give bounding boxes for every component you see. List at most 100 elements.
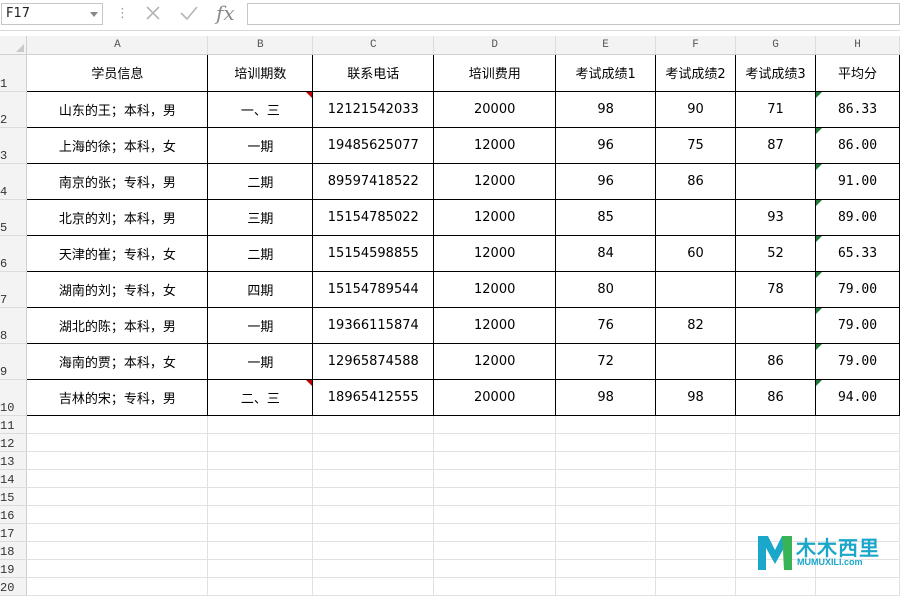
table-cell[interactable]: 86 [735,378,817,416]
empty-cell[interactable] [815,433,900,452]
table-cell[interactable]: 湖北的陈；本科，男 [26,306,209,344]
empty-cell[interactable] [433,559,557,578]
select-all-corner[interactable] [0,36,28,55]
table-cell[interactable] [735,162,817,200]
empty-cell[interactable] [207,559,314,578]
table-cell[interactable]: 15154789544 [312,270,435,308]
table-cell[interactable]: 60 [655,234,737,272]
table-cell[interactable]: 12000 [433,198,557,236]
row-header[interactable]: 7 [0,271,28,308]
empty-cell[interactable] [655,469,737,488]
name-box[interactable]: F17 [1,3,103,25]
row-header[interactable]: 3 [0,127,28,164]
empty-cell[interactable] [555,577,657,596]
table-cell[interactable]: 北京的刘；本科，男 [26,198,209,236]
row-header[interactable]: 10 [0,379,28,416]
table-cell[interactable]: 79.00 [815,306,900,344]
column-header[interactable]: E [555,36,657,55]
table-cell[interactable]: 一、三 [207,90,314,128]
table-cell[interactable]: 52 [735,234,817,272]
column-header[interactable]: B [207,36,314,55]
empty-cell[interactable] [735,433,817,452]
empty-cell[interactable] [207,451,314,470]
row-header[interactable]: 15 [0,487,28,506]
empty-cell[interactable] [655,541,737,560]
column-header[interactable]: G [735,36,817,55]
empty-cell[interactable] [735,469,817,488]
table-cell[interactable]: 94.00 [815,378,900,416]
table-cell[interactable]: 12000 [433,126,557,164]
cancel-button[interactable] [139,3,167,27]
row-header[interactable]: 4 [0,163,28,200]
row-header[interactable]: 2 [0,91,28,128]
table-cell[interactable]: 86 [735,342,817,380]
table-cell[interactable]: 12121542033 [312,90,435,128]
empty-cell[interactable] [312,523,435,542]
empty-cell[interactable] [815,469,900,488]
empty-cell[interactable] [555,469,657,488]
table-cell[interactable]: 二期 [207,234,314,272]
empty-cell[interactable] [433,469,557,488]
table-cell[interactable]: 19485625077 [312,126,435,164]
empty-cell[interactable] [433,433,557,452]
empty-cell[interactable] [655,451,737,470]
table-cell[interactable]: 84 [555,234,657,272]
empty-cell[interactable] [207,505,314,524]
row-header[interactable]: 12 [0,433,28,452]
table-cell[interactable]: 89597418522 [312,162,435,200]
table-cell[interactable]: 96 [555,162,657,200]
empty-cell[interactable] [312,469,435,488]
table-cell[interactable]: 12965874588 [312,342,435,380]
chevron-down-icon[interactable] [90,12,98,17]
header-cell[interactable]: 考试成绩1 [555,53,657,92]
insert-function-button[interactable]: fx [216,1,235,25]
table-cell[interactable]: 75 [655,126,737,164]
table-cell[interactable]: 湖南的刘；专科，女 [26,270,209,308]
table-cell[interactable]: 海南的贾；本科，女 [26,342,209,380]
empty-cell[interactable] [433,505,557,524]
empty-cell[interactable] [26,487,209,506]
column-header[interactable]: F [655,36,737,55]
empty-cell[interactable] [655,415,737,434]
empty-cell[interactable] [207,577,314,596]
row-header[interactable]: 20 [0,577,28,596]
table-cell[interactable] [735,306,817,344]
table-cell[interactable]: 15154785022 [312,198,435,236]
table-cell[interactable] [655,198,737,236]
table-cell[interactable]: 20000 [433,378,557,416]
header-cell[interactable]: 考试成绩2 [655,53,737,92]
table-cell[interactable]: 吉林的宋；专科，男 [26,378,209,416]
table-cell[interactable]: 20000 [433,90,557,128]
empty-cell[interactable] [433,487,557,506]
empty-cell[interactable] [312,577,435,596]
table-cell[interactable]: 四期 [207,270,314,308]
table-cell[interactable]: 12000 [433,342,557,380]
row-header[interactable]: 14 [0,469,28,488]
table-cell[interactable]: 12000 [433,234,557,272]
empty-cell[interactable] [312,433,435,452]
empty-cell[interactable] [207,523,314,542]
header-cell[interactable]: 联系电话 [312,53,435,92]
table-cell[interactable]: 12000 [433,270,557,308]
table-cell[interactable]: 12000 [433,162,557,200]
empty-cell[interactable] [555,451,657,470]
row-header[interactable]: 1 [0,54,28,92]
empty-cell[interactable] [555,541,657,560]
empty-cell[interactable] [207,541,314,560]
empty-cell[interactable] [312,505,435,524]
row-header[interactable]: 11 [0,415,28,434]
table-cell[interactable]: 一期 [207,126,314,164]
row-header[interactable]: 17 [0,523,28,542]
table-cell[interactable]: 上海的徐；本科，女 [26,126,209,164]
empty-cell[interactable] [433,415,557,434]
empty-cell[interactable] [555,559,657,578]
empty-cell[interactable] [735,487,817,506]
table-cell[interactable]: 98 [655,378,737,416]
empty-cell[interactable] [207,433,314,452]
table-cell[interactable]: 80 [555,270,657,308]
empty-cell[interactable] [815,487,900,506]
enter-button[interactable] [175,3,203,27]
row-header[interactable]: 5 [0,199,28,236]
empty-cell[interactable] [655,487,737,506]
empty-cell[interactable] [312,415,435,434]
